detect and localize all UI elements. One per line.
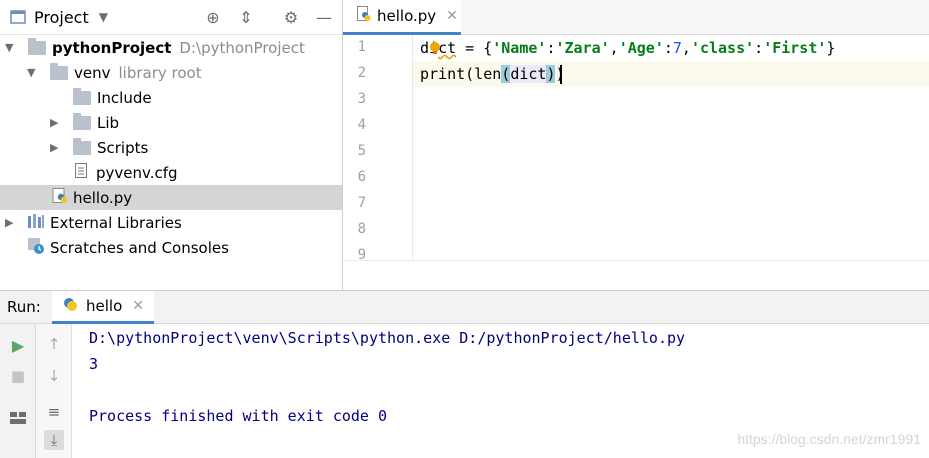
tree-item-venv[interactable]: ▼ venv library root xyxy=(0,60,342,85)
library-icon xyxy=(27,213,45,232)
expanded-arrow-icon[interactable]: ▼ xyxy=(5,41,13,54)
console-line: D:\pythonProject\venv\Scripts\python.exe… xyxy=(89,329,686,347)
rerun-icon[interactable]: ▶ xyxy=(8,336,28,356)
tree-item-hello-py[interactable]: hello.py xyxy=(0,185,342,210)
scroll-to-end-icon[interactable]: ⤓ xyxy=(44,430,64,450)
line-number: 5 xyxy=(357,143,366,159)
arrow-up-icon[interactable]: ↑ xyxy=(44,334,64,354)
editor-area: hello.py ✕ 1 2 3 4 5 6 7 8 9 dict = {'Na… xyxy=(343,0,929,290)
python-file-icon xyxy=(52,187,68,208)
folder-icon xyxy=(28,37,46,55)
scratches-icon xyxy=(27,237,45,259)
tree-item-lib[interactable]: ▶ Lib xyxy=(0,110,342,135)
tree-item-label: venv xyxy=(74,63,111,82)
stop-icon[interactable]: ■ xyxy=(8,366,28,386)
project-tool-window: Project ▼ ⊕ ⇕ ⚙ — ▼ pythonProject D:\pyt… xyxy=(0,0,343,290)
locate-icon[interactable]: ⊕ xyxy=(203,8,223,28)
code-token: : xyxy=(754,39,764,57)
tree-item-label: pyvenv.cfg xyxy=(96,163,178,182)
run-toolbar: ▶ ■ xyxy=(0,324,36,458)
tree-item-label: Scratches and Consoles xyxy=(50,238,229,257)
console-line: Process finished with exit code 0 xyxy=(89,407,388,425)
python-file-icon xyxy=(357,6,371,26)
tree-item-label: Include xyxy=(97,88,152,107)
collapsed-arrow-icon[interactable]: ▶ xyxy=(5,216,13,229)
line-number: 2 xyxy=(357,65,366,81)
line-number-gutter: 1 2 3 4 5 6 7 8 9 xyxy=(343,35,413,263)
chevron-down-icon[interactable]: ▼ xyxy=(99,10,108,24)
editor-bottom-bar xyxy=(343,260,929,290)
run-tab-label: hello xyxy=(86,297,123,315)
editor-tab-bar: hello.py ✕ xyxy=(343,0,929,35)
tree-item-scratches[interactable]: Scratches and Consoles xyxy=(0,235,342,260)
code-line-2[interactable]: print(len(dict)) xyxy=(413,61,929,87)
text-cursor xyxy=(560,65,562,84)
code-token: : xyxy=(663,39,673,57)
console-line: 3 xyxy=(89,355,99,373)
expanded-arrow-icon[interactable]: ▼ xyxy=(27,66,35,79)
tree-item-hint: library root xyxy=(118,63,202,82)
tree-item-label: Lib xyxy=(97,113,120,132)
tree-item-label: Scripts xyxy=(97,138,149,157)
run-tool-window: Run: hello ✕ ▶ ■ ↑ ↓ ≡ ⤓ D:\pythonProjec… xyxy=(0,290,929,458)
text-file-icon xyxy=(75,163,87,182)
tree-item-label: hello.py xyxy=(73,188,133,207)
tab-hello-py[interactable]: hello.py ✕ xyxy=(343,0,461,35)
line-number: 4 xyxy=(357,117,366,133)
code-token: dict xyxy=(510,65,547,83)
bracket-highlight: ( xyxy=(501,65,511,83)
folder-icon xyxy=(73,137,91,155)
collapse-all-icon[interactable]: ⇕ xyxy=(236,8,256,28)
folder-icon xyxy=(73,112,91,130)
code-string: 'Name' xyxy=(492,39,547,57)
close-icon[interactable]: ✕ xyxy=(446,8,458,24)
code-string: 'class' xyxy=(690,39,755,57)
tree-item-pythonproject[interactable]: ▼ pythonProject D:\pythonProject xyxy=(0,35,342,60)
tree-item-external-libraries[interactable]: ▶ External Libraries xyxy=(0,210,342,235)
watermark: https://blog.csdn.net/zmr1991 xyxy=(737,431,921,447)
line-number: 6 xyxy=(357,169,366,185)
tree-item-path: D:\pythonProject xyxy=(179,38,305,57)
intention-bulb-icon[interactable] xyxy=(429,40,441,54)
code-token: } xyxy=(826,39,836,57)
code-token: , xyxy=(681,39,691,57)
code-token: , xyxy=(609,39,619,57)
line-number: 1 xyxy=(357,39,366,55)
arrow-down-icon[interactable]: ↓ xyxy=(44,366,64,386)
run-label: Run: xyxy=(7,298,41,316)
code-string: 'Zara' xyxy=(555,39,610,57)
run-header: Run: hello ✕ xyxy=(0,291,929,324)
tab-label: hello.py xyxy=(377,7,437,25)
tree-item-include[interactable]: Include xyxy=(0,85,342,110)
tree-item-pyvenv-cfg[interactable]: pyvenv.cfg xyxy=(0,160,342,185)
run-toolbar-secondary: ↑ ↓ ≡ ⤓ xyxy=(36,324,72,458)
code-string: 'Age' xyxy=(618,39,664,57)
code-line-1[interactable]: dict = {'Name':'Zara','Age':7,'class':'F… xyxy=(413,35,929,61)
project-title[interactable]: Project xyxy=(34,8,89,27)
tree-item-label: External Libraries xyxy=(50,213,182,232)
line-number: 7 xyxy=(357,195,366,211)
code-area[interactable]: dict = {'Name':'Zara','Age':7,'class':'F… xyxy=(413,35,929,260)
soft-wrap-icon[interactable]: ≡ xyxy=(44,402,64,422)
project-view-icon xyxy=(10,9,26,25)
collapsed-arrow-icon[interactable]: ▶ xyxy=(50,116,58,129)
code-number: 7 xyxy=(672,39,682,57)
code-token: = { xyxy=(456,39,493,57)
code-token: print(len xyxy=(420,65,502,83)
line-number: 8 xyxy=(357,221,366,237)
close-icon[interactable]: ✕ xyxy=(132,298,144,314)
folder-icon xyxy=(73,87,91,105)
line-number: 3 xyxy=(357,91,366,107)
code-string: 'First' xyxy=(763,39,827,57)
tree-item-label: pythonProject xyxy=(52,38,172,57)
run-tab-hello[interactable]: hello ✕ xyxy=(52,291,154,324)
hide-icon[interactable]: — xyxy=(314,8,334,28)
layout-icon[interactable] xyxy=(8,410,28,430)
gear-icon[interactable]: ⚙ xyxy=(281,8,301,28)
collapsed-arrow-icon[interactable]: ▶ xyxy=(50,141,58,154)
folder-icon xyxy=(50,62,68,80)
tree-item-scripts[interactable]: ▶ Scripts xyxy=(0,135,342,160)
python-run-icon xyxy=(62,296,78,316)
